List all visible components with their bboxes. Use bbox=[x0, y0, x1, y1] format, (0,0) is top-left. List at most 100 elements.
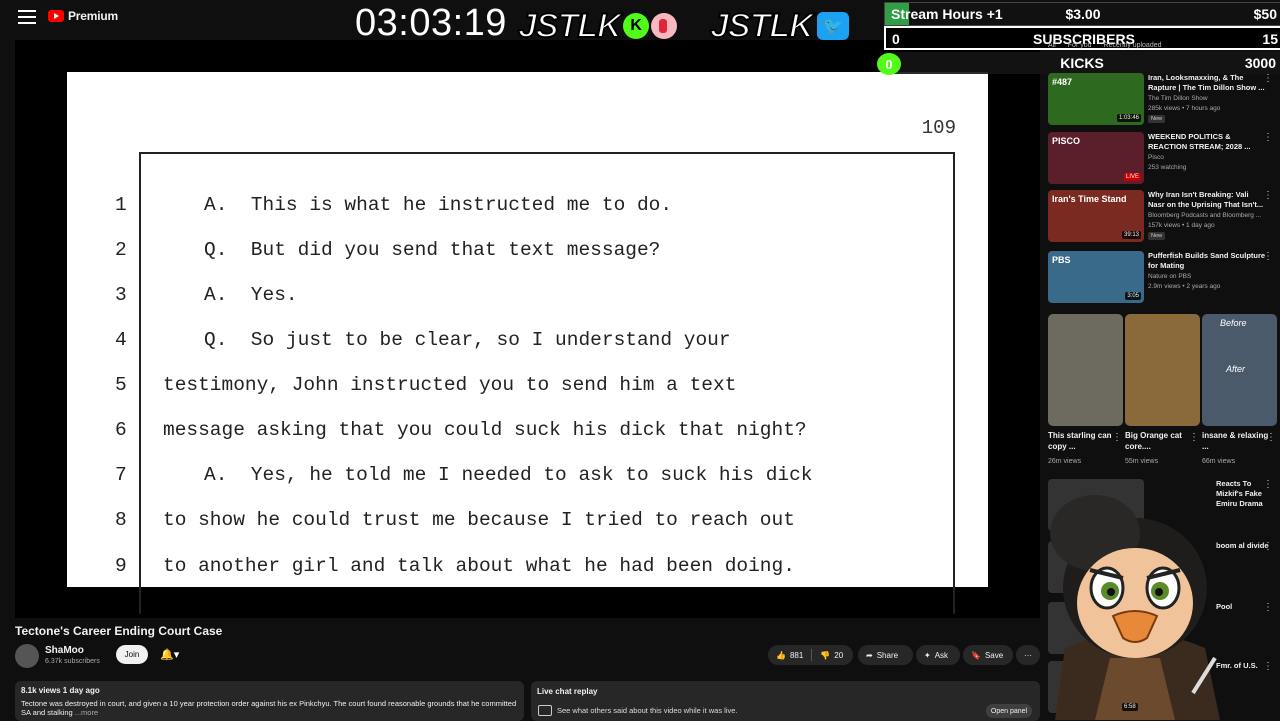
subscriber-count: 6.37k subscribers bbox=[45, 658, 100, 665]
recommendation-title[interactable]: Iran, Looksmaxxing, & The Rapture | The … bbox=[1148, 73, 1266, 93]
like-icon[interactable]: 👍 bbox=[776, 651, 786, 660]
like-dislike-group: 👍 881 👎 20 bbox=[768, 645, 853, 665]
join-button[interactable]: Join bbox=[116, 645, 148, 664]
more-options-icon[interactable]: ⋮ bbox=[1263, 541, 1273, 552]
thumbnail-text: PBS bbox=[1052, 255, 1071, 265]
more-link[interactable]: ...more bbox=[75, 708, 98, 717]
short-thumb-text: Before bbox=[1220, 318, 1247, 328]
more-options-icon[interactable]: ⋮ bbox=[1263, 190, 1273, 201]
line-number: 7 bbox=[115, 464, 127, 486]
video-thumbnail[interactable]: #487 1:03:46 bbox=[1048, 73, 1144, 125]
recommendation-views: 157k views • 1 day ago bbox=[1148, 222, 1215, 229]
twitter-bird-icon: 🐦 bbox=[816, 12, 849, 40]
youtube-logo[interactable]: Premium bbox=[48, 9, 118, 23]
transcript-line: 4 Q. So just to be clear, so I understand… bbox=[67, 329, 988, 359]
transcript-line: 8 to show he could trust me because I tri… bbox=[67, 509, 988, 539]
short-caption[interactable]: This starling can copy ... bbox=[1048, 430, 1118, 452]
goal-target: 3000 bbox=[1244, 55, 1276, 71]
live-chat-replay: Live chat replay See what others said ab… bbox=[531, 681, 1040, 721]
more-options-icon[interactable]: ⋮ bbox=[1189, 432, 1199, 443]
video-title: Tectone's Career Ending Court Case bbox=[15, 624, 223, 638]
like-count[interactable]: 881 bbox=[790, 651, 803, 660]
recommendation-title[interactable]: Pufferfish Builds Sand Sculpture for Mat… bbox=[1148, 251, 1266, 271]
goal-target: 15 bbox=[1262, 31, 1278, 47]
dislike-count[interactable]: 20 bbox=[834, 651, 843, 660]
share-label: Share bbox=[876, 650, 899, 660]
short-views: 66m views bbox=[1202, 458, 1236, 465]
line-number: 9 bbox=[115, 555, 127, 577]
chat-subtitle: See what others said about this video wh… bbox=[557, 706, 738, 715]
short-thumbnail[interactable]: Before After bbox=[1202, 314, 1277, 426]
more-options-icon[interactable]: ⋮ bbox=[1263, 132, 1273, 143]
recommendation-channel[interactable]: The Tim Dillon Show bbox=[1148, 95, 1208, 102]
video-thumbnail[interactable]: Iran's Time Stand 39:13 bbox=[1048, 190, 1144, 242]
logo-text: Premium bbox=[68, 9, 118, 23]
chat-heading: Live chat replay bbox=[537, 687, 598, 696]
notification-bell-icon[interactable]: 🔔▾ bbox=[160, 648, 179, 661]
menu-icon[interactable] bbox=[18, 10, 36, 24]
more-options-icon[interactable]: ⋮ bbox=[1263, 602, 1273, 613]
more-options-icon[interactable]: ⋮ bbox=[1263, 73, 1273, 84]
filter-chip[interactable]: All bbox=[1048, 42, 1056, 49]
filter-chip[interactable]: Recently uploaded bbox=[1104, 42, 1162, 49]
recommendation-channel[interactable]: Bloomberg Podcasts and Bloomberg ... bbox=[1148, 212, 1261, 219]
line-number: 5 bbox=[115, 374, 127, 396]
transcript-line: 2 Q. But did you send that text message? bbox=[67, 239, 988, 269]
more-options-icon[interactable]: ⋮ bbox=[1112, 432, 1122, 443]
recommendation-views: 2.9m views • 2 years ago bbox=[1148, 283, 1221, 290]
video-thumbnail[interactable]: PBS 3:05 bbox=[1048, 251, 1144, 303]
mascot-avatar bbox=[1050, 495, 1220, 720]
short-caption[interactable]: insane & relaxing ... bbox=[1202, 430, 1272, 452]
channel-name[interactable]: ShaMoo bbox=[45, 645, 84, 656]
recommendation-title[interactable]: WEEKEND POLITICS & REACTION STREAM; 2028… bbox=[1148, 132, 1266, 152]
recommendation-views: 285k views • 7 hours ago bbox=[1148, 105, 1221, 112]
recommendation-channel[interactable]: Nature on PBS bbox=[1148, 273, 1191, 280]
video-thumbnail[interactable]: PISCO LIVE bbox=[1048, 132, 1144, 184]
channel-avatar[interactable] bbox=[15, 644, 39, 668]
thumbnail-text: #487 bbox=[1052, 77, 1073, 87]
filter-chip[interactable]: For you bbox=[1068, 42, 1092, 49]
twitter-brand: JSTLK 🐦 bbox=[709, 6, 849, 46]
ask-button[interactable]: ✦ Ask bbox=[916, 645, 960, 665]
record-icon bbox=[650, 13, 677, 39]
more-options-icon[interactable]: ⋮ bbox=[1263, 661, 1273, 672]
twitter-brand-text: JSTLK bbox=[709, 6, 815, 46]
chat-icon bbox=[538, 705, 552, 716]
recommendation-item[interactable]: Iran's Time Stand 39:13 Why Iran Isn't Bre… bbox=[1048, 190, 1273, 242]
recommendation-title[interactable]: Why Iran Isn't Breaking: Vali Nasr on th… bbox=[1148, 190, 1266, 210]
duration-badge: 3:05 bbox=[1125, 292, 1141, 300]
transcript-line: 1 A. This is what he instructed me to do. bbox=[67, 194, 988, 224]
short-caption[interactable]: Big Orange cat core.... bbox=[1125, 430, 1195, 452]
goal-label: KICKS bbox=[1060, 55, 1104, 71]
more-options-icon[interactable]: ⋮ bbox=[1263, 251, 1273, 262]
stream-goals-panel: Stream Hours +1 $3.00 $50 0 SUBSCRIBERS … bbox=[884, 0, 1280, 80]
more-options-icon[interactable]: ⋮ bbox=[1263, 479, 1273, 490]
short-thumbnail[interactable] bbox=[1048, 314, 1123, 426]
recommendation-channel[interactable]: Pisco bbox=[1148, 154, 1164, 161]
goal-stream-hours: Stream Hours +1 $3.00 $50 bbox=[884, 2, 1280, 26]
dislike-icon[interactable]: 👎 bbox=[820, 651, 830, 660]
line-number: 4 bbox=[115, 329, 127, 351]
save-button[interactable]: 🔖 Save bbox=[963, 645, 1013, 665]
youtube-play-icon bbox=[48, 10, 64, 22]
share-button[interactable]: ➦ Share bbox=[858, 645, 913, 665]
recommendation-item[interactable]: PBS 3:05 Pufferfish Builds Sand Sculpture … bbox=[1048, 251, 1273, 303]
description-box[interactable]: 8.1k views 1 day ago Tectone was destroy… bbox=[15, 681, 524, 721]
kick-brand-text: JSTLK bbox=[517, 6, 623, 46]
new-badge: New bbox=[1148, 232, 1166, 240]
line-number: 6 bbox=[115, 419, 127, 441]
view-date-meta: 8.1k views 1 day ago bbox=[21, 686, 100, 695]
transcript-document: 109 1 A. This is what he instructed me to… bbox=[67, 72, 988, 614]
thumbnail-text: PISCO bbox=[1052, 136, 1081, 146]
new-badge: New bbox=[1148, 115, 1166, 123]
transcript-line: 6 message asking that you could suck his … bbox=[67, 419, 988, 449]
more-options-icon[interactable]: ⋮ bbox=[1266, 432, 1276, 443]
short-views: 55m views bbox=[1125, 458, 1159, 465]
line-text: to another girl and talk about what he h… bbox=[163, 555, 795, 577]
recommendation-item[interactable]: PISCO LIVE WEEKEND POLITICS & REACTION STR… bbox=[1048, 132, 1273, 184]
transcript-line: 7 A. Yes, he told me I needed to ask to s… bbox=[67, 464, 988, 494]
short-thumbnail[interactable] bbox=[1125, 314, 1200, 426]
recommendation-item[interactable]: #487 1:03:46 Iran, Looksmaxxing, & The Rap… bbox=[1048, 73, 1273, 125]
kick-count-badge: 0 bbox=[877, 53, 901, 75]
open-panel-button[interactable]: Open panel bbox=[986, 704, 1032, 718]
